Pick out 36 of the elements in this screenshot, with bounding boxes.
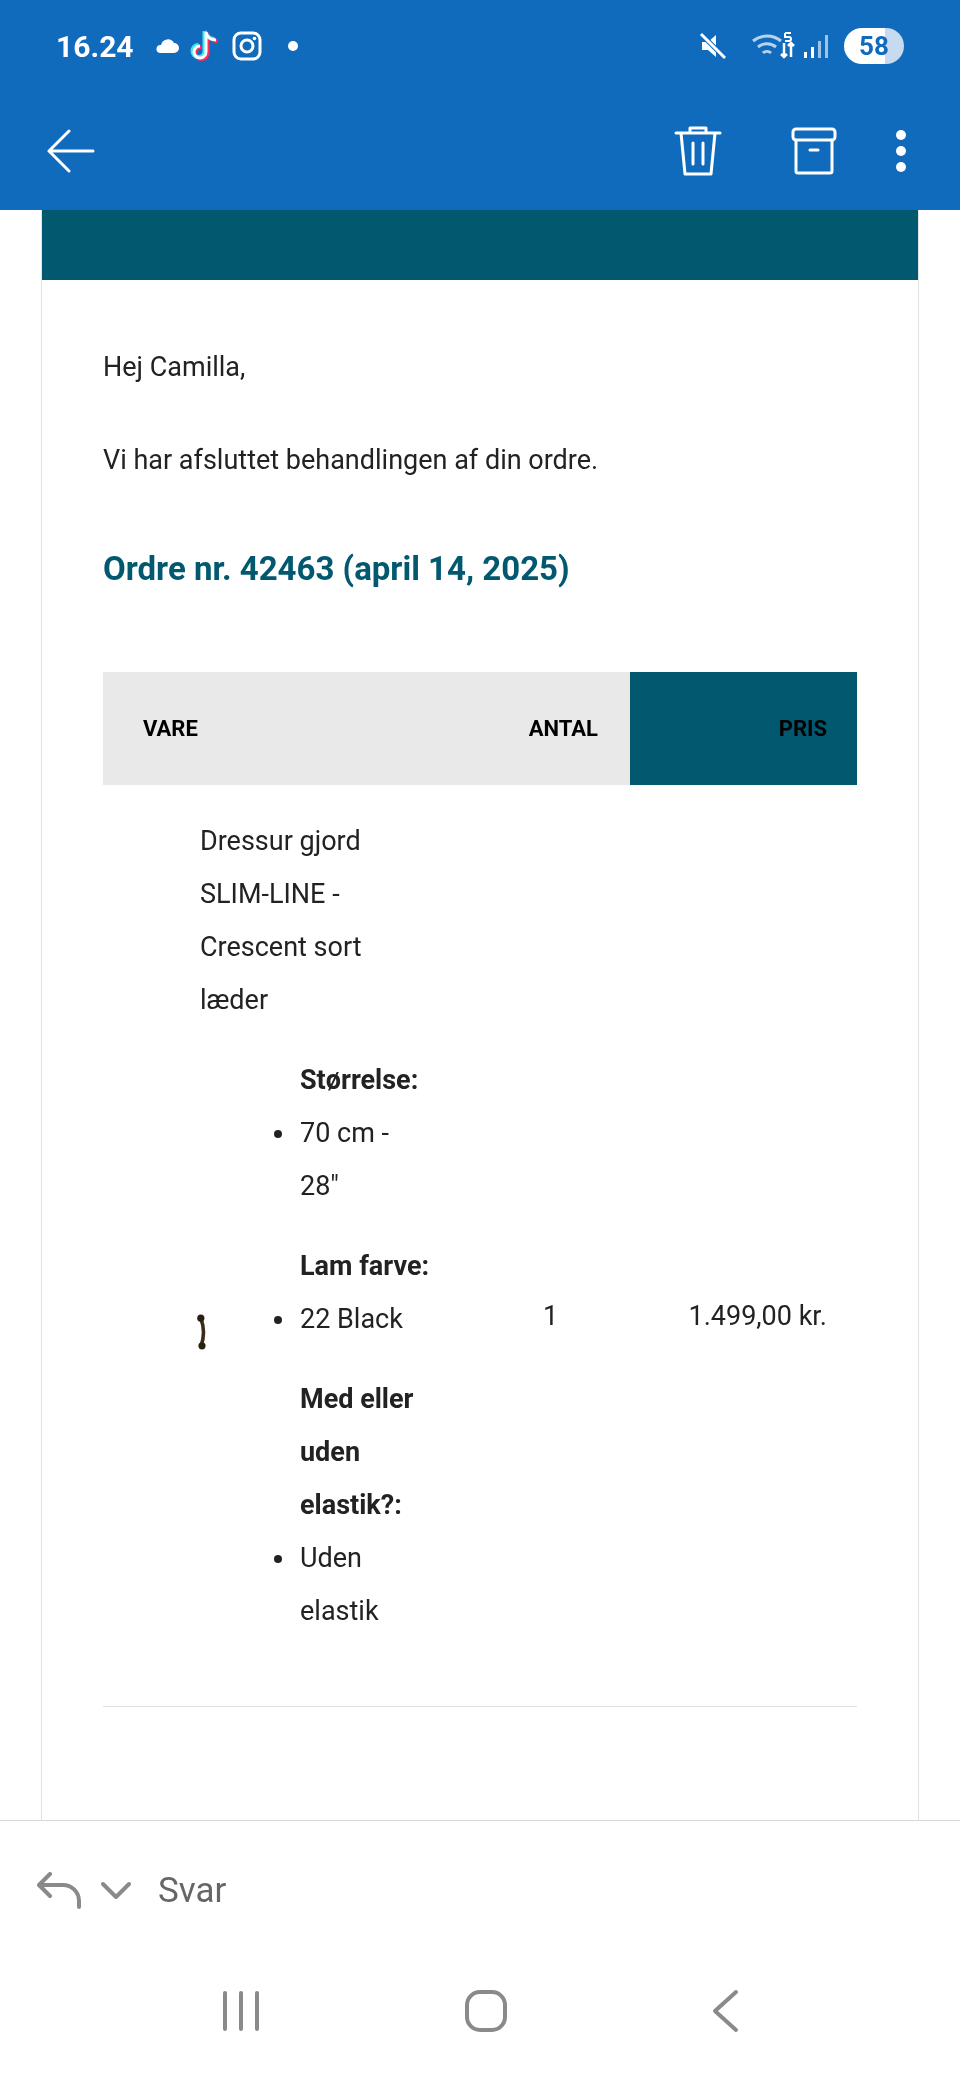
bullet-icon [274,1129,282,1138]
recent-apps-icon[interactable] [221,1989,262,2032]
bullet-icon [274,1315,282,1324]
wifi-icon [750,31,796,61]
column-header: ANTAL [513,671,630,785]
attribute-label: Lam farve: [300,1248,430,1284]
chevron-down-icon[interactable] [100,1881,132,1901]
more-icon [895,129,907,173]
reply-button[interactable]: Svar [158,1864,227,1918]
dot-icon [287,41,298,51]
music-note-icon [189,29,220,63]
attribute-value: 22 Black [300,1301,404,1337]
order-heading: Ordre nr. 42463 (april 14, 2025) [103,548,571,590]
greeting: Hej Camilla, [103,350,247,385]
mute-icon [698,31,728,61]
product-name: Dressur gjord SLIM-LINE - Crescent sort læder [200,823,363,1018]
attribute-value: 70 cm - 28" [300,1115,390,1204]
bullet-icon [274,1554,282,1563]
signal-icon [802,32,830,60]
back-icon[interactable] [710,1988,739,2033]
battery-indicator: 58 [844,28,904,64]
arrow-left-icon [45,129,95,173]
attribute-label: Med eller uden elastik?: [300,1381,415,1523]
column-header: VARE [103,671,513,785]
trash-icon [673,125,723,177]
quantity-cell-text: 1 [543,1298,559,1334]
box-icon [790,126,838,176]
home-icon[interactable] [464,1988,508,2033]
attribute-label: Størrelse: [300,1062,420,1098]
column-header: PRIS [630,671,857,785]
camera-icon [231,31,262,61]
status-time: 16.24 [56,27,134,66]
reply-icon[interactable] [36,1872,84,1910]
message-text: Vi har afsluttet behandlingen af din ordre. [103,442,600,478]
attribute-value: Uden elastik [300,1540,380,1629]
price-cell-text: 1.499,00 kr. [688,1298,827,1334]
